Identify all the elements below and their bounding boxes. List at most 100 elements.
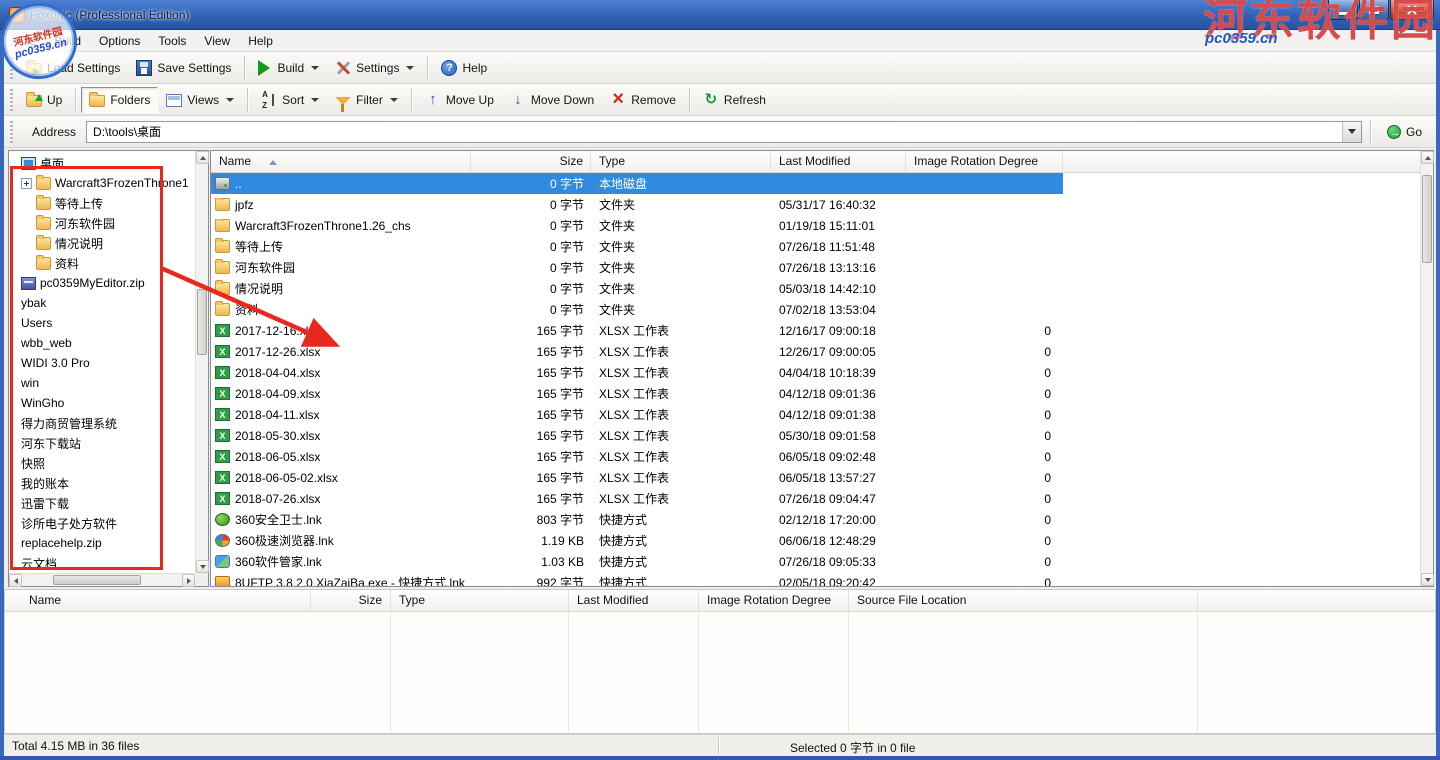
file-list-vertical-scrollbar[interactable]	[1420, 151, 1433, 586]
tree-item[interactable]: replacehelp.zip	[9, 533, 195, 553]
settings-button[interactable]: Settings	[327, 55, 422, 81]
build-dropdown-icon[interactable]	[311, 66, 319, 70]
menu-item[interactable]: Help	[239, 31, 282, 51]
output-column-size[interactable]: Size	[311, 590, 391, 612]
tree-item[interactable]: 资料	[9, 253, 195, 273]
file-row[interactable]: 2018-06-05.xlsx 165 字节 XLSX 工作表 06/05/18…	[211, 446, 1063, 467]
maximize-button[interactable]	[1359, 0, 1389, 20]
filter-dropdown-icon[interactable]	[390, 98, 398, 102]
tree-expander-icon[interactable]	[21, 178, 32, 189]
tree-item[interactable]: WIDI 3.0 Pro	[9, 353, 195, 373]
output-column-last-modified[interactable]: Last Modified	[569, 590, 699, 612]
scroll-up-button[interactable]	[1421, 151, 1434, 164]
file-row[interactable]: 2017-12-26.xlsx 165 字节 XLSX 工作表 12/26/17…	[211, 341, 1063, 362]
menu-item[interactable]: File	[8, 31, 45, 51]
file-row[interactable]: 2017-12-16.xlsx 165 字节 XLSX 工作表 12/16/17…	[211, 320, 1063, 341]
remove-button[interactable]: Remove	[602, 87, 684, 113]
tree-item[interactable]: 河东软件园	[9, 213, 195, 233]
column-header-rotation[interactable]: Image Rotation Degree	[906, 151, 1063, 173]
file-row[interactable]: 等待上传 0 字节 文件夹 07/26/18 11:51:48	[211, 236, 1063, 257]
scroll-down-button[interactable]	[1421, 573, 1434, 586]
file-row[interactable]: Warcraft3FrozenThrone1.26_chs 0 字节 文件夹 0…	[211, 215, 1063, 236]
tree-item[interactable]: 得力商贸管理系统	[9, 413, 195, 433]
tree-item[interactable]: 情况说明	[9, 233, 195, 253]
toolbar-grip[interactable]	[10, 121, 13, 143]
tree-item[interactable]: 河东下载站	[9, 433, 195, 453]
file-row[interactable]: 河东软件园 0 字节 文件夹 07/26/18 13:13:16	[211, 257, 1063, 278]
tree-item[interactable]: Users	[9, 313, 195, 333]
scroll-thumb[interactable]	[1422, 175, 1432, 263]
tree-item[interactable]: 迅雷下载	[9, 493, 195, 513]
column-header-name[interactable]: Name	[211, 151, 471, 173]
filter-button[interactable]: Filter	[327, 87, 406, 113]
settings-dropdown-icon[interactable]	[406, 66, 414, 70]
output-column-rotation[interactable]: Image Rotation Degree	[699, 590, 849, 612]
file-row[interactable]: 360软件管家.lnk 1.03 KB 快捷方式 07/26/18 09:05:…	[211, 551, 1063, 572]
menu-item[interactable]: Options	[90, 31, 149, 51]
scroll-thumb[interactable]	[53, 575, 141, 585]
tree-item[interactable]: wbb_web	[9, 333, 195, 353]
output-column-source-location[interactable]: Source File Location	[849, 590, 1198, 612]
move-up-button[interactable]: Move Up	[417, 87, 502, 113]
tree-vertical-scrollbar[interactable]	[195, 151, 208, 573]
menu-item[interactable]: Tools	[149, 31, 195, 51]
output-column-type[interactable]: Type	[391, 590, 569, 612]
close-button[interactable]	[1390, 0, 1434, 20]
tree-item[interactable]: 云文档	[9, 553, 195, 573]
file-name-cell: 2018-05-30.xlsx	[211, 429, 471, 443]
tree-item[interactable]: pc0359MyEditor.zip	[9, 273, 195, 293]
menu-item[interactable]: Build	[45, 31, 90, 51]
scroll-right-button[interactable]	[182, 574, 195, 587]
scroll-left-button[interactable]	[9, 574, 22, 587]
tree-item[interactable]: ybak	[9, 293, 195, 313]
views-button[interactable]: Views	[158, 87, 242, 113]
tree-item[interactable]: WinGho	[9, 393, 195, 413]
file-row[interactable]: .. 0 字节 本地磁盘	[211, 173, 1063, 194]
toolbar-grip[interactable]	[10, 57, 13, 79]
file-row[interactable]: 360安全卫士.lnk 803 字节 快捷方式 02/12/18 17:20:0…	[211, 509, 1063, 530]
column-header-last-modified[interactable]: Last Modified	[771, 151, 906, 173]
file-row[interactable]: 2018-04-09.xlsx 165 字节 XLSX 工作表 04/12/18…	[211, 383, 1063, 404]
file-row[interactable]: 360极速浏览器.lnk 1.19 KB 快捷方式 06/06/18 12:48…	[211, 530, 1063, 551]
file-row[interactable]: jpfz 0 字节 文件夹 05/31/17 16:40:32	[211, 194, 1063, 215]
load-settings-button[interactable]: Load Settings	[18, 55, 128, 81]
column-header-size[interactable]: Size	[471, 151, 591, 173]
tree-item[interactable]: Warcraft3FrozenThrone1	[9, 173, 195, 193]
tree-item[interactable]: 桌面	[9, 153, 195, 173]
tree-horizontal-scrollbar[interactable]	[9, 573, 195, 586]
file-row[interactable]: 2018-05-30.xlsx 165 字节 XLSX 工作表 05/30/18…	[211, 425, 1063, 446]
file-row[interactable]: 2018-04-11.xlsx 165 字节 XLSX 工作表 04/12/18…	[211, 404, 1063, 425]
help-button[interactable]: Help	[433, 55, 495, 81]
refresh-button[interactable]: Refresh	[695, 87, 774, 113]
sort-button[interactable]: Sort	[253, 87, 327, 113]
address-input[interactable]: D:\tools\桌面	[86, 121, 1362, 143]
sort-dropdown-icon[interactable]	[311, 98, 319, 102]
output-column-name[interactable]: Name	[5, 590, 311, 612]
scroll-up-button[interactable]	[196, 151, 209, 164]
tree-item[interactable]: win	[9, 373, 195, 393]
menu-item[interactable]: View	[195, 31, 239, 51]
tree-item[interactable]: 我的账本	[9, 473, 195, 493]
file-row[interactable]: 2018-04-04.xlsx 165 字节 XLSX 工作表 04/04/18…	[211, 362, 1063, 383]
tree-item[interactable]: 快照	[9, 453, 195, 473]
tree-item[interactable]: 等待上传	[9, 193, 195, 213]
scroll-down-button[interactable]	[196, 560, 209, 573]
file-row[interactable]: 2018-07-26.xlsx 165 字节 XLSX 工作表 07/26/18…	[211, 488, 1063, 509]
scroll-thumb[interactable]	[197, 289, 207, 355]
column-header-type[interactable]: Type	[591, 151, 771, 173]
file-row[interactable]: 资料 0 字节 文件夹 07/02/18 13:53:04	[211, 299, 1063, 320]
save-settings-button[interactable]: Save Settings	[128, 55, 239, 81]
views-dropdown-icon[interactable]	[226, 98, 234, 102]
up-button[interactable]: Up	[18, 87, 70, 113]
address-dropdown-button[interactable]	[1342, 122, 1361, 142]
build-button[interactable]: Build	[250, 55, 327, 81]
minimize-button[interactable]	[1328, 0, 1358, 20]
toolbar-grip[interactable]	[10, 89, 13, 111]
folders-toggle-button[interactable]: Folders	[81, 87, 158, 113]
move-down-button[interactable]: Move Down	[502, 87, 602, 113]
file-row[interactable]: 情况说明 0 字节 文件夹 05/03/18 14:42:10	[211, 278, 1063, 299]
file-row[interactable]: 8UFTP 3.8.2.0 XiaZaiBa.exe - 快捷方式.lnk 99…	[211, 572, 1063, 586]
tree-item[interactable]: 诊所电子处方软件	[9, 513, 195, 533]
go-button[interactable]: Go	[1379, 119, 1430, 145]
file-row[interactable]: 2018-06-05-02.xlsx 165 字节 XLSX 工作表 06/05…	[211, 467, 1063, 488]
